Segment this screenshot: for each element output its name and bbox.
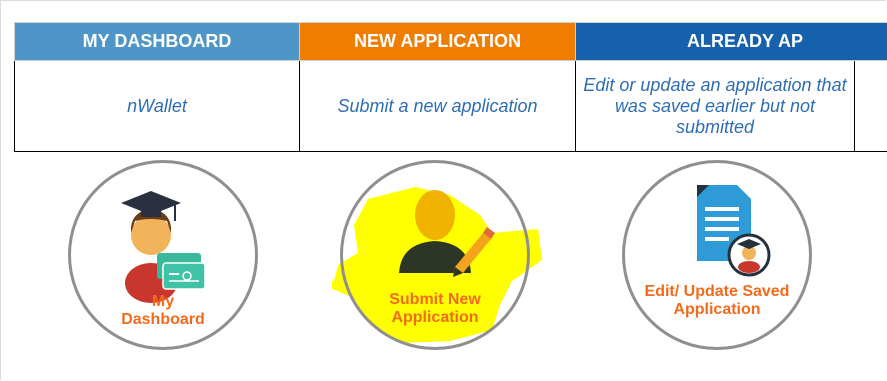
my-dashboard-header[interactable]: MY DASHBOARD: [14, 22, 300, 61]
my-dashboard-caption-line1: My: [151, 293, 175, 310]
my-dashboard-tile[interactable]: My Dashboard: [68, 160, 258, 350]
new-application-header[interactable]: NEW APPLICATION: [299, 22, 576, 61]
edit-update-caption-line2: Application: [673, 301, 761, 318]
already-applied-description[interactable]: [853, 60, 887, 152]
submit-new-application-tile[interactable]: Submit New Application: [340, 160, 530, 350]
my-dashboard-caption-line2: Dashboard: [121, 311, 205, 328]
edit-update-saved-application-tile[interactable]: Edit/ Update Saved Application: [622, 160, 812, 350]
already-applied-header[interactable]: ALREADY AP: [574, 22, 887, 61]
new-application-description[interactable]: Submit a new application: [299, 60, 576, 152]
saved-application-description[interactable]: Edit or update an application that was s…: [575, 60, 855, 152]
document-graduate-icon: [697, 185, 771, 277]
submit-new-caption-line1: Submit New: [389, 291, 481, 308]
edit-update-caption-line1: Edit/ Update Saved: [644, 283, 790, 300]
my-dashboard-description[interactable]: nWallet: [14, 60, 300, 152]
submit-new-caption-line2: Application: [391, 309, 479, 326]
navigation-table: MY DASHBOARD NEW APPLICATION ALREADY AP …: [14, 22, 887, 152]
